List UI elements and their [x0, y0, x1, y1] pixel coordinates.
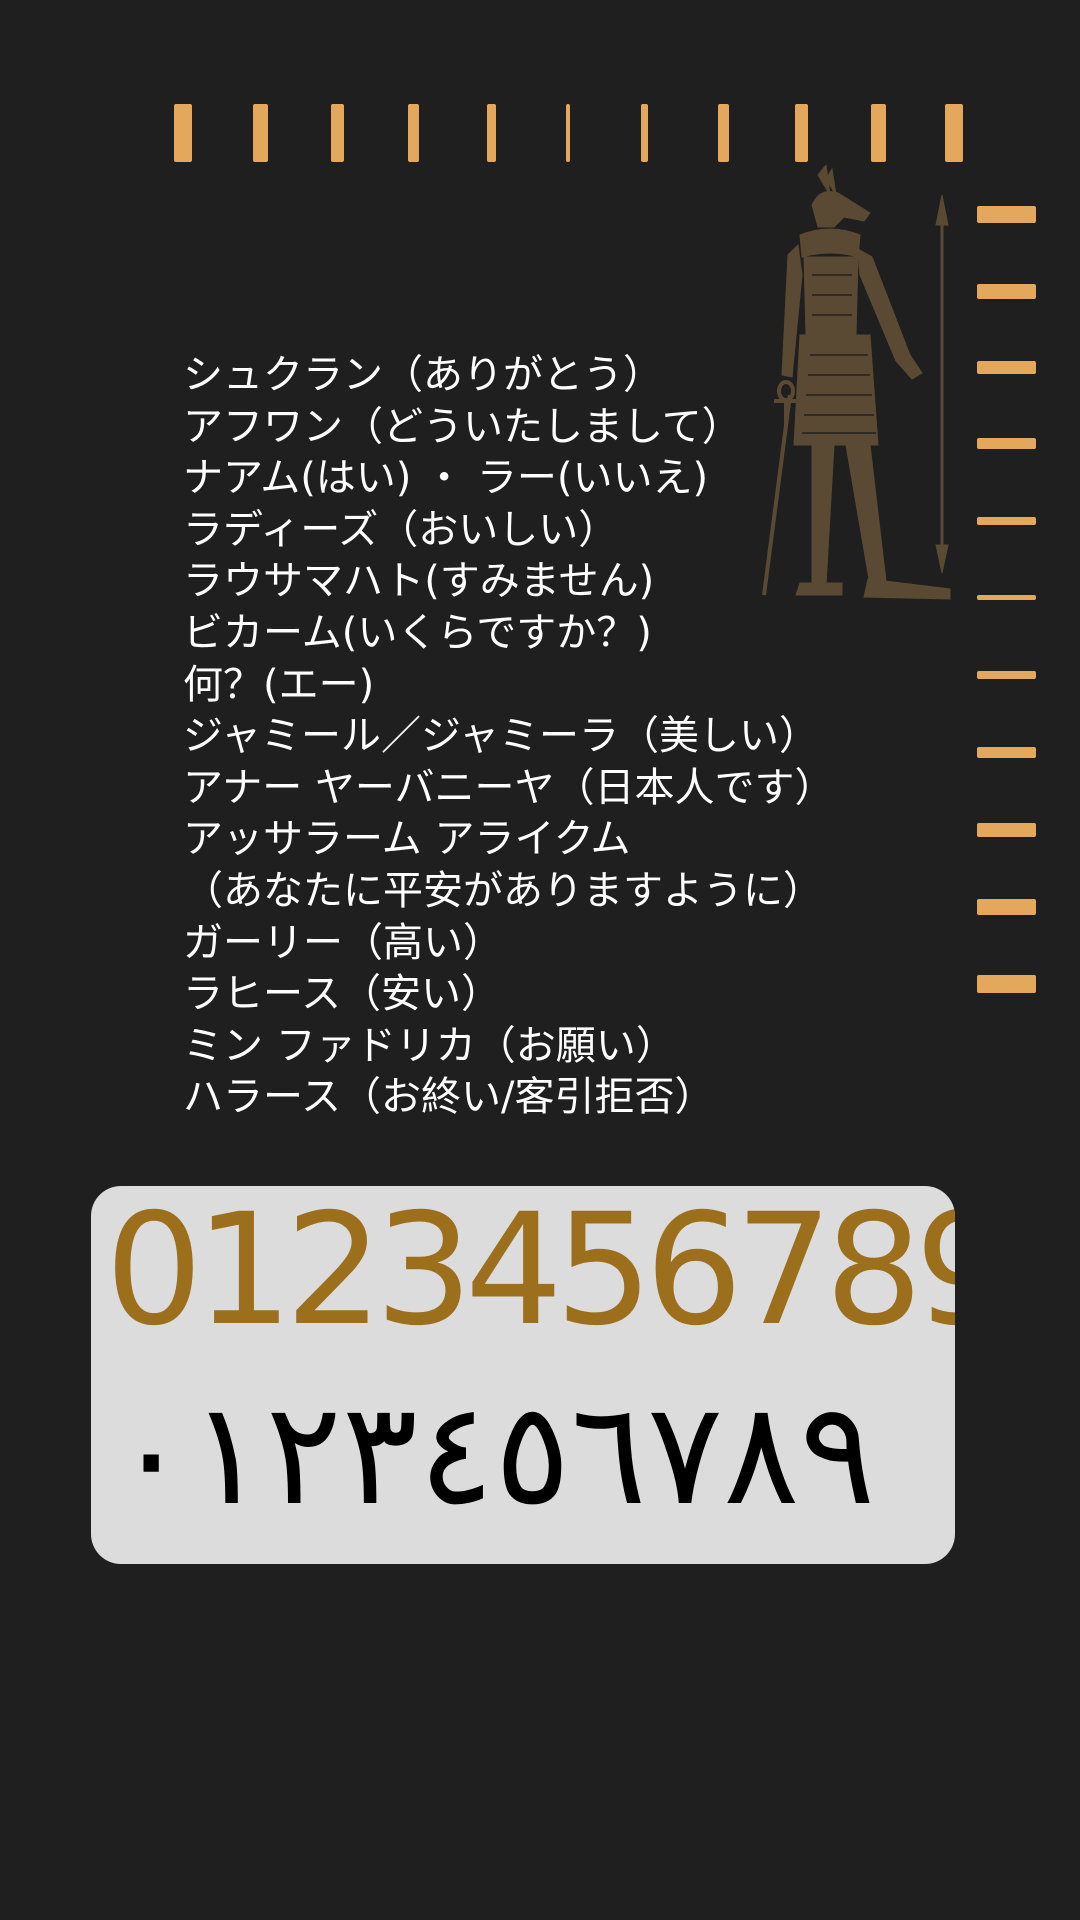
stroke-mark [795, 104, 808, 162]
stroke-mark [566, 104, 570, 162]
stroke-mark [253, 104, 268, 162]
stroke-mark [408, 104, 419, 162]
phrase-item: ラヒース（安い） [183, 971, 501, 1018]
phrase-item: ガーリー（高い） [183, 919, 503, 966]
phrase-list: シュクラン（ありがとう） アフワン（どういたしまして） ナアム(はい) ・ ラー… [183, 350, 1063, 1124]
stroke-mark [487, 104, 496, 162]
phrase-item: ジャミール／ジャミーラ（美しい） [183, 713, 819, 760]
phrase-item: アフワン（どういたしまして） [183, 403, 742, 450]
stroke-mark [718, 104, 729, 162]
phrase-item: ラウサマハト(すみません) [183, 558, 655, 605]
phrase-item: ラディーズ（おいしい） [183, 506, 619, 553]
phrase-item: ビカーム(いくらですか？) [183, 609, 652, 656]
stroke-mark [641, 104, 648, 162]
stroke-mark [977, 284, 1036, 299]
phrase-item: ナアム(はい) ・ ラー(いいえ) [183, 455, 709, 502]
phrase-item: ハラース（お終い/客引拒否） [183, 1074, 715, 1121]
stroke-mark [977, 206, 1036, 223]
arabic-digits: ٠١٢٣٤٥٦٧٨٩ [113, 1372, 876, 1537]
stroke-mark [945, 104, 963, 162]
latin-digits: 0123456789 [105, 1186, 955, 1360]
digits-card: 0123456789 ٠١٢٣٤٥٦٧٨٩ [91, 1186, 955, 1564]
phrase-item: アッサラーム アライクム [183, 816, 631, 863]
phrase-item: アナー ヤーバニーヤ（日本人です） [183, 764, 835, 811]
stroke-mark [331, 104, 344, 162]
phrase-item: シュクラン（ありがとう） [183, 352, 663, 398]
stroke-mark [871, 104, 886, 162]
phrase-item: 何？(エー) [183, 661, 375, 708]
phrase-item: （あなたに平安がありますように） [183, 867, 823, 914]
phrase-item: ミン ファドリカ（お願い） [183, 1022, 676, 1069]
stroke-mark [174, 104, 192, 162]
